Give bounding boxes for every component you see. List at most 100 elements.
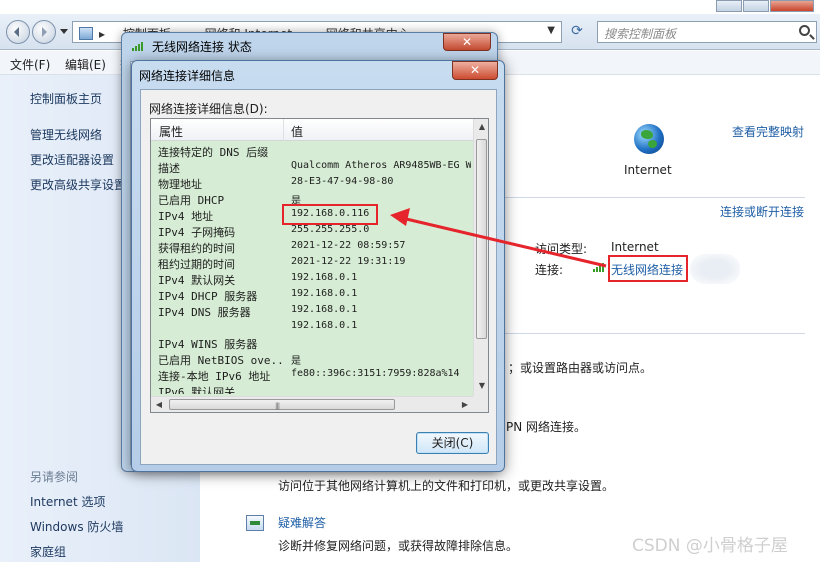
value-cell: 是	[291, 356, 301, 367]
list-item[interactable]: 192.168.0.1	[151, 319, 473, 335]
property-cell: 物理地址	[158, 178, 202, 191]
recent-pages-dropdown-icon[interactable]	[60, 27, 68, 35]
list-item[interactable]: 获得租约的时间 2021-12-22 08:59:57	[151, 239, 473, 255]
horizontal-scrollbar[interactable]: ◀ ||| ▶	[151, 396, 473, 412]
property-cell: 租约过期的时间	[158, 258, 235, 271]
property-cell: IPv4 地址	[158, 210, 214, 223]
search-icon[interactable]	[799, 25, 810, 36]
property-cell: IPv4 DHCP 服务器	[158, 290, 258, 303]
breadcrumb-sep-icon: ▸	[99, 27, 106, 41]
value-cell: Qualcomm Atheros AR9485WB-EG W	[291, 160, 471, 171]
troubleshoot-icon	[246, 515, 264, 531]
menu-file[interactable]: 文件(F)	[10, 56, 50, 73]
details-list[interactable]: 属性 值 连接特定的 DNS 后缀 描述 Qualcomm Atheros AR94…	[150, 118, 489, 413]
menu-edit[interactable]: 编辑(E)	[65, 56, 106, 73]
highlight-box	[608, 255, 688, 282]
close-window-button[interactable]	[770, 0, 814, 12]
vertical-scrollbar[interactable]: ▲ ▼	[473, 119, 488, 396]
list-item[interactable]: IPv6 默认网关	[151, 383, 473, 394]
see-also-heading: 另请参阅	[30, 470, 79, 484]
list-item[interactable]: 描述 Qualcomm Atheros AR9485WB-EG W	[151, 159, 473, 175]
scroll-up-icon[interactable]: ▲	[474, 119, 488, 135]
value-cell: 28-E3-47-94-98-80	[291, 176, 394, 187]
property-cell: IPv4 默认网关	[158, 274, 236, 287]
list-item[interactable]: IPv4 默认网关 192.168.0.1	[151, 271, 473, 287]
list-header: 属性 值	[151, 119, 473, 141]
list-item[interactable]: IPv4 DHCP 服务器 192.168.0.1	[151, 287, 473, 303]
access-type-value: Internet	[611, 240, 659, 254]
path-dropdown-icon[interactable]: ▼	[547, 25, 555, 36]
property-cell: 连接特定的 DNS 后缀	[158, 146, 269, 159]
column-header-value[interactable]: 值	[291, 123, 303, 140]
control-panel-icon	[79, 27, 93, 40]
property-cell: IPv6 默认网关	[158, 386, 236, 394]
search-placeholder: 搜索控制面板	[604, 27, 677, 41]
internet-label: Internet	[624, 163, 672, 177]
list-rows: 连接特定的 DNS 后缀 描述 Qualcomm Atheros AR9485WB-…	[151, 143, 473, 394]
property-cell: IPv4 子网掩码	[158, 226, 236, 239]
forward-button[interactable]	[32, 20, 56, 44]
connection-label: 连接:	[535, 263, 564, 277]
scroll-thumb[interactable]	[476, 139, 487, 339]
sidebar-item-windows-firewall[interactable]: Windows 防火墙	[30, 518, 123, 535]
sharing-text: 访问位于其他网络计算机上的文件和打印机，或更改共享设置。	[278, 479, 615, 493]
setup-router-text: ；或设置路由器或访问点。	[508, 361, 653, 375]
troubleshoot-link[interactable]: 疑难解答	[278, 514, 326, 531]
dialog-body: 网络连接详细信息(D): 属性 值 连接特定的 DNS 后缀 描述 Qualcomm…	[140, 89, 497, 465]
property-cell: 已启用 NetBIOS ove...	[158, 354, 282, 367]
sidebar-item-control-panel-home[interactable]: 控制面板主页	[30, 90, 102, 107]
sidebar-item-internet-options[interactable]: Internet 选项	[30, 493, 105, 510]
sidebar-item-adapter-settings[interactable]: 更改适配器设置	[30, 151, 114, 168]
sidebar-item-homegroup[interactable]: 家庭组	[30, 543, 66, 560]
refresh-icon[interactable]: ⟳	[566, 23, 588, 43]
window-controls	[715, 0, 814, 14]
value-cell: fe80::396c:3151:7959:828a%14	[291, 368, 460, 379]
value-cell: 2021-12-22 19:31:19	[291, 256, 406, 267]
dialog-title: 无线网络连接 状态	[152, 40, 252, 54]
minimize-button[interactable]	[716, 0, 742, 12]
list-item[interactable]: 连接-本地 IPv6 地址 fe80::396c:3151:7959:828a%1…	[151, 367, 473, 383]
scroll-left-icon[interactable]: ◀	[151, 397, 167, 412]
list-item[interactable]: 租约过期的时间 2021-12-22 19:31:19	[151, 255, 473, 271]
sidebar-item-sharing-settings[interactable]: 更改高级共享设置	[30, 176, 126, 193]
blurred-area	[690, 254, 740, 284]
list-item[interactable]: IPv4 DNS 服务器 192.168.0.1	[151, 303, 473, 319]
scroll-thumb[interactable]: |||	[169, 399, 395, 410]
value-cell: 192.168.0.1	[291, 272, 358, 283]
sidebar-item-manage-wireless[interactable]: 管理无线网络	[30, 126, 102, 143]
troubleshoot-description: 诊断并修复网络问题，或获得故障排除信息。	[278, 539, 519, 553]
list-item[interactable]: 物理地址 28-E3-47-94-98-80	[151, 175, 473, 191]
ipv4-highlight-box	[282, 204, 378, 225]
maximize-button[interactable]	[743, 0, 769, 12]
list-item[interactable]: IPv4 子网掩码 255.255.255.0	[151, 223, 473, 239]
list-item[interactable]: 已启用 NetBIOS ove... 是	[151, 351, 473, 367]
close-icon[interactable]: ✕	[452, 61, 498, 80]
scrollbar-corner	[473, 396, 488, 412]
list-item[interactable]: 连接特定的 DNS 后缀	[151, 143, 473, 159]
divider	[505, 333, 805, 334]
view-full-map-link[interactable]: 查看完整映射	[732, 123, 804, 140]
close-button[interactable]: 关闭(C)	[416, 432, 489, 454]
scroll-down-icon[interactable]: ▼	[474, 378, 488, 394]
value-cell: 255.255.255.0	[291, 224, 370, 235]
search-input[interactable]: 搜索控制面板	[597, 21, 817, 43]
back-button[interactable]	[6, 20, 30, 44]
network-details-dialog: 网络连接详细信息 ✕ 网络连接详细信息(D): 属性 值 连接特定的 DNS 后…	[131, 60, 505, 472]
property-cell: IPv4 WINS 服务器	[158, 338, 258, 351]
list-item[interactable]: IPv4 WINS 服务器	[151, 335, 473, 351]
watermark: CSDN @小骨格子屋	[632, 536, 788, 556]
divider	[505, 197, 805, 198]
vpn-text: PN 网络连接。	[506, 420, 587, 434]
access-type-label: 访问类型:	[535, 242, 588, 256]
connect-disconnect-link[interactable]: 连接或断开连接	[720, 203, 804, 220]
column-header-property[interactable]: 属性	[159, 123, 183, 140]
wifi-signal-icon	[593, 262, 607, 272]
value-cell: 192.168.0.1	[291, 304, 358, 315]
value-cell: 2021-12-22 08:59:57	[291, 240, 406, 251]
value-cell: 192.168.0.1	[291, 320, 358, 331]
property-cell: 描述	[158, 162, 180, 175]
close-icon[interactable]: ✕	[443, 33, 491, 51]
details-caption: 网络连接详细信息(D):	[149, 102, 268, 116]
scroll-right-icon[interactable]: ▶	[457, 397, 473, 412]
wifi-signal-icon	[132, 41, 146, 51]
